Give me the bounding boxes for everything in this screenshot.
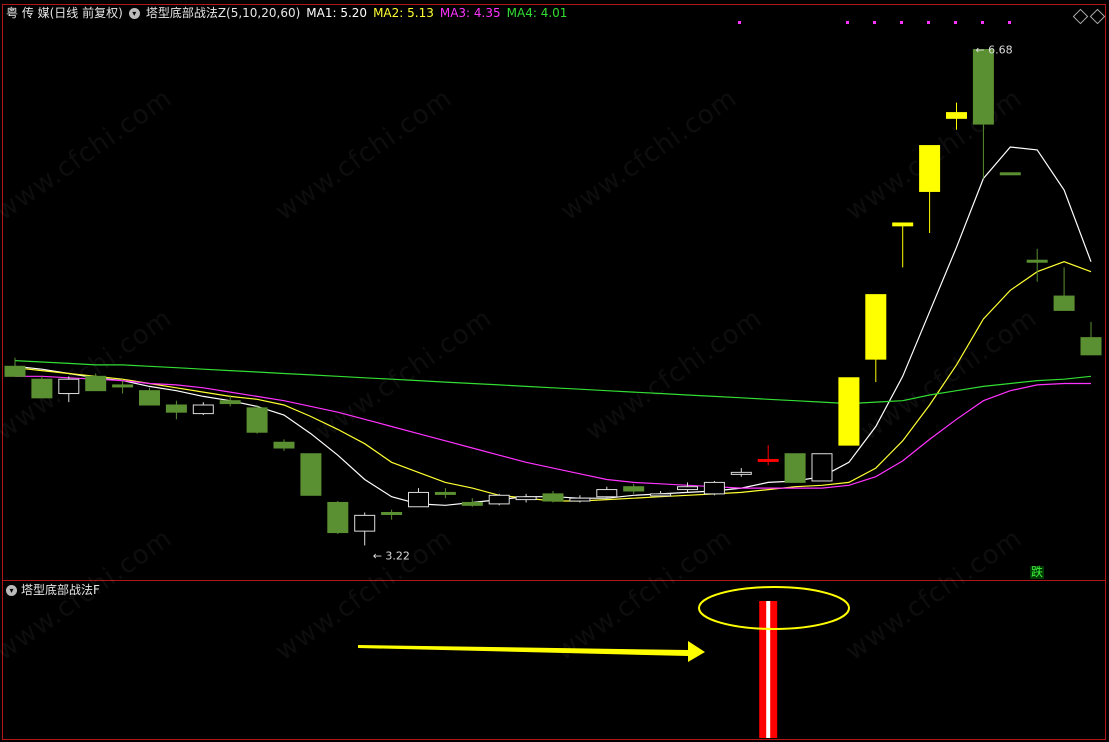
candle-body (757, 458, 779, 462)
candle-body (381, 512, 403, 515)
candle-body (192, 404, 214, 415)
candle-body (31, 378, 53, 399)
top-dot-marker (846, 21, 849, 24)
candle-body (623, 486, 645, 492)
candle-body (999, 172, 1021, 176)
indicator-menu-icon[interactable]: ▾ (128, 7, 140, 19)
ma1-value: MA1: 5.20 (306, 6, 368, 20)
candle-body (112, 384, 134, 388)
candle-body (919, 145, 941, 192)
low-price-label: ← 3.22 (373, 549, 410, 562)
candle-body (273, 441, 295, 449)
candle-body (972, 49, 994, 125)
candle-body (892, 222, 914, 227)
candle-body (1053, 295, 1075, 311)
candle-body (650, 493, 672, 497)
sub-indicator-name[interactable]: 塔型底部战法F (21, 582, 100, 598)
candle-body (85, 375, 107, 392)
candle-body (219, 400, 241, 405)
sub-header: ▾ 塔型底部战法F (6, 582, 100, 598)
signal-bar-highlight (766, 601, 771, 738)
top-dot-marker (981, 21, 984, 24)
ma2-value: MA2: 5.13 (373, 6, 434, 20)
top-dot-marker (1008, 21, 1011, 24)
main-header: 粤 传 媒(日线 前复权) ▾ 塔型底部战法Z(5,10,20,60) MA1:… (6, 5, 567, 21)
candle-body (946, 112, 967, 119)
candle-body (1080, 337, 1102, 356)
ma4-value: MA4: 4.01 (506, 6, 568, 20)
top-dot-marker (954, 21, 957, 24)
candle-body (354, 514, 376, 532)
candle-body (246, 407, 268, 433)
candle-body (461, 501, 483, 506)
top-dot-marker (927, 21, 930, 24)
candle-body (327, 501, 349, 534)
ma-line-ma2 (14, 261, 1092, 502)
candle-body (596, 489, 618, 498)
candle-body (515, 496, 537, 501)
candle-body (865, 294, 887, 360)
candle-body (703, 481, 725, 495)
kline-chart[interactable]: ← 6.68 ← 3.22 (0, 0, 1109, 742)
candle-body (1026, 259, 1048, 263)
high-price-label: ← 6.68 (975, 44, 1012, 57)
candle-body (730, 471, 752, 475)
sub-indicator-menu-icon[interactable]: ▾ (6, 584, 17, 596)
candle-body (677, 486, 698, 491)
candle-body (139, 390, 160, 406)
candle-body (300, 453, 322, 496)
candle-body (488, 494, 510, 505)
candle-body (434, 491, 456, 495)
top-dot-marker (873, 21, 876, 24)
candle-body (4, 365, 26, 377)
fall-badge: 跌 (1030, 565, 1045, 579)
candle-body (569, 497, 591, 502)
ma-line-ma4 (14, 360, 1092, 405)
yellow-arrow (358, 641, 705, 662)
top-dot-marker (738, 21, 741, 24)
candle-body (408, 491, 429, 508)
candle-body (542, 493, 564, 502)
ma-line-ma3 (15, 375, 1091, 489)
candle-body (165, 404, 187, 413)
ma3-value: MA3: 4.35 (439, 6, 501, 20)
symbol-title[interactable]: 粤 传 媒(日线 前复权) (6, 5, 123, 21)
indicator-name[interactable]: 塔型底部战法Z(5,10,20,60) (146, 5, 300, 21)
top-dot-marker (900, 21, 903, 24)
candle-body (58, 378, 80, 395)
candle-body (838, 377, 860, 446)
candle-body (811, 453, 833, 482)
candle-body (784, 453, 806, 483)
